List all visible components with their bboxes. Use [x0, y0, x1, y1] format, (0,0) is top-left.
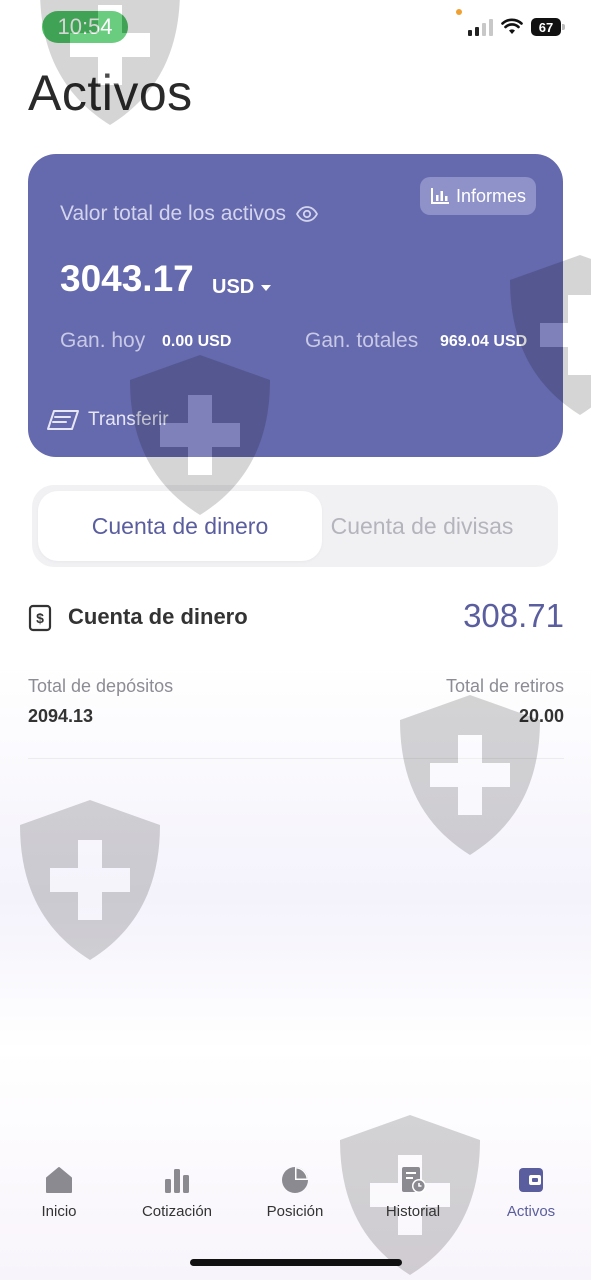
currency-label: USD: [212, 276, 255, 298]
home-indicator[interactable]: [190, 1259, 402, 1266]
history-icon: [402, 1167, 426, 1193]
status-time: 10:54: [42, 11, 128, 43]
reports-label: Informes: [455, 185, 527, 206]
account-type-tabs: Cuenta de divisas Cuenta de dinero: [32, 485, 558, 567]
svg-text:$: $: [36, 610, 44, 626]
watermark-shield-icon: [20, 800, 160, 960]
tab-money-account[interactable]: Cuenta de dinero: [38, 491, 322, 561]
gain-today-value: 0.00 USD: [162, 333, 232, 350]
wallet-icon: [519, 1168, 543, 1192]
deposits-value: 2094.13: [28, 706, 94, 726]
total-assets-label: Valor total de los activos: [60, 202, 287, 225]
pie-chart-icon: [282, 1167, 308, 1193]
battery-icon: 67: [531, 18, 565, 36]
account-balance: 308.71: [463, 597, 564, 634]
currency-selector[interactable]: USD: [212, 276, 272, 299]
gain-total-value: 969.04 USD: [440, 333, 528, 350]
wifi-icon: [501, 18, 523, 34]
nav-label-quotes: Cotización: [141, 1203, 213, 1220]
section-divider: [28, 758, 564, 759]
withdrawals-label: Total de retiros: [445, 676, 564, 696]
reports-chart-icon: [430, 188, 449, 204]
tab-foreign-currency-account[interactable]: Cuenta de divisas: [302, 491, 542, 561]
asset-summary-card: Valor total de los activos Informes 3043…: [28, 154, 563, 457]
bottom-nav: Inicio Cotización Posición Historial Act…: [0, 1165, 591, 1245]
withdrawals-value: 20.00: [518, 706, 564, 726]
nav-item-assets[interactable]: Activos: [472, 1165, 590, 1220]
dollar-doc-icon: $: [28, 604, 52, 632]
cellular-signal-icon: [468, 18, 493, 36]
gain-today-label: Gan. hoy: [60, 329, 146, 352]
reports-button[interactable]: Informes: [420, 177, 536, 215]
privacy-indicator-dot: [456, 9, 462, 15]
deposits-label: Total de depósitos: [28, 676, 174, 696]
nav-item-quotes[interactable]: Cotización: [118, 1165, 236, 1220]
nav-label-position: Posición: [266, 1203, 324, 1220]
total-assets-label-row: Valor total de los activos: [60, 202, 319, 226]
home-icon: [46, 1167, 72, 1193]
total-assets-value: 3043.17: [60, 258, 194, 299]
bar-chart-icon: [165, 1169, 189, 1193]
page-title: Activos: [28, 65, 193, 121]
nav-item-position[interactable]: Posición: [236, 1165, 354, 1220]
nav-label-history: Historial: [385, 1203, 441, 1220]
nav-item-home[interactable]: Inicio: [0, 1165, 118, 1220]
transfer-icon: [47, 410, 79, 430]
transfer-button[interactable]: Transferir: [46, 409, 169, 431]
gain-total-label: Gan. totales: [305, 329, 419, 352]
caret-down-icon: [261, 284, 272, 291]
status-icons: 67: [468, 18, 565, 36]
transfer-label: Transferir: [88, 409, 169, 430]
account-title: Cuenta de dinero: [68, 604, 248, 629]
nav-label-assets: Activos: [506, 1203, 556, 1220]
nav-item-history[interactable]: Historial: [354, 1165, 472, 1220]
eye-icon[interactable]: [296, 206, 319, 222]
nav-label-home: Inicio: [41, 1203, 77, 1220]
